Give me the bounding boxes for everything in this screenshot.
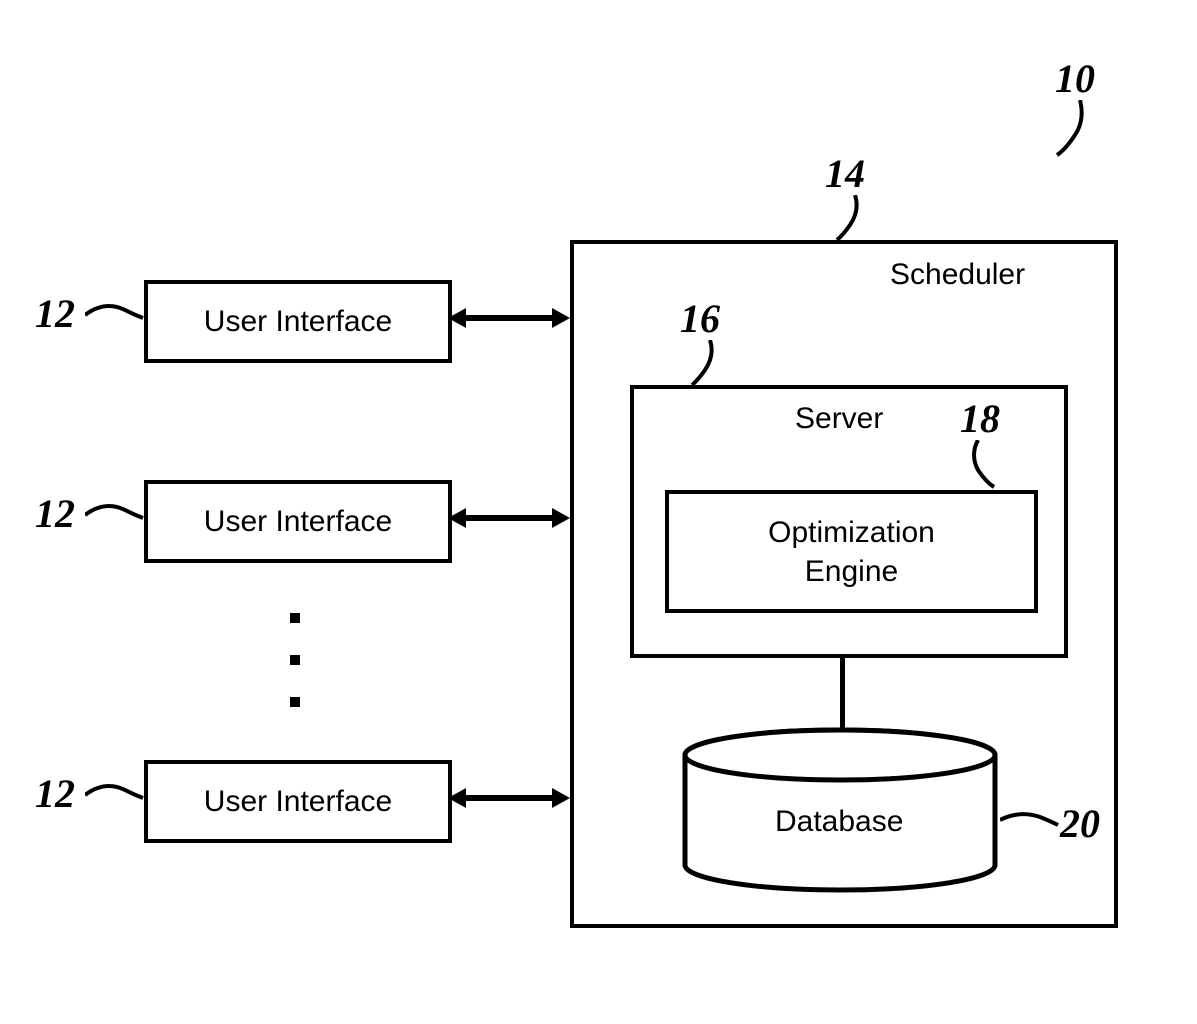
hook-12-1 (85, 300, 145, 330)
hook-10 (1055, 100, 1105, 160)
hook-12-3 (85, 780, 145, 810)
label-database-20: 20 (1060, 800, 1100, 847)
hook-12-2 (85, 500, 145, 530)
label-server-16: 16 (680, 295, 720, 342)
ellipsis-dot-3 (290, 697, 300, 707)
label-ui-12-1: 12 (35, 290, 75, 337)
optimizer-box: Optimization Engine (665, 490, 1038, 613)
label-scheduler-14: 14 (825, 150, 865, 197)
ellipsis-dot-2 (290, 655, 300, 665)
ui-box-2: User Interface (144, 480, 452, 563)
label-system-10: 10 (1055, 55, 1095, 102)
ui-label-1: User Interface (204, 305, 392, 339)
optimizer-label-line2: Engine (805, 552, 898, 591)
server-db-connector (840, 654, 845, 734)
label-optimizer-18: 18 (960, 395, 1000, 442)
double-arrow-3 (448, 780, 570, 816)
double-arrow-2 (448, 500, 570, 536)
label-ui-12-2: 12 (35, 490, 75, 537)
hook-18 (960, 440, 1000, 490)
ui-label-3: User Interface (204, 785, 392, 819)
ui-box-1: User Interface (144, 280, 452, 363)
hook-16 (690, 340, 730, 390)
ui-label-2: User Interface (204, 505, 392, 539)
scheduler-label: Scheduler (890, 258, 1025, 292)
optimizer-label-line1: Optimization (768, 513, 935, 552)
database-label: Database (775, 805, 903, 839)
label-ui-12-3: 12 (35, 770, 75, 817)
hook-14 (835, 195, 875, 245)
hook-20 (1000, 805, 1060, 845)
double-arrow-1 (448, 300, 570, 336)
ui-box-3: User Interface (144, 760, 452, 843)
server-label: Server (795, 402, 883, 436)
ellipsis-dot-1 (290, 613, 300, 623)
